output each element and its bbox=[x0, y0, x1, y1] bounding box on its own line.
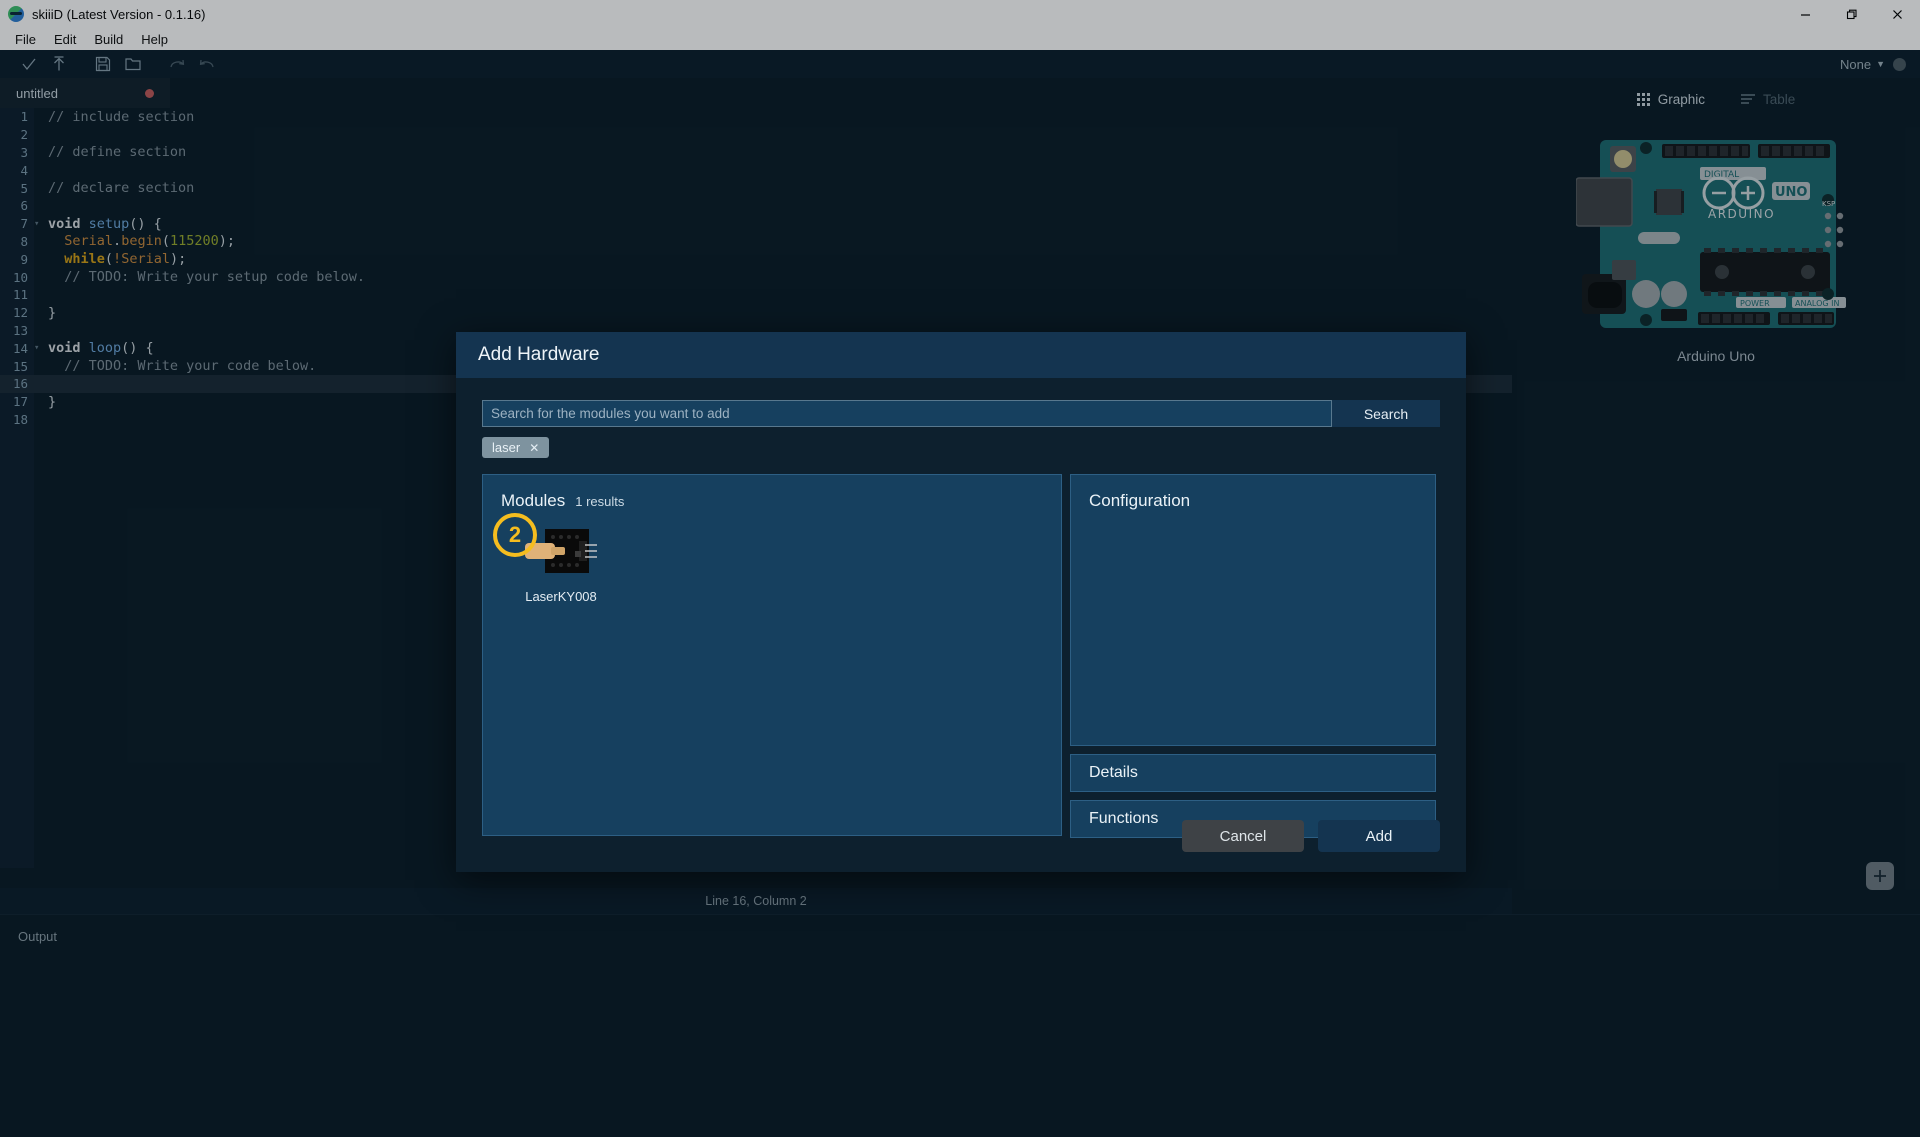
line-number: 17 bbox=[12, 394, 28, 410]
dialog-header: Add Hardware bbox=[456, 332, 1466, 378]
line-number: 14 bbox=[12, 340, 28, 356]
details-accordion[interactable]: Details bbox=[1070, 754, 1436, 792]
search-button[interactable]: Search bbox=[1332, 400, 1440, 427]
search-tag-label: laser bbox=[492, 440, 521, 455]
line-number: 6 bbox=[20, 198, 28, 214]
dialog-body: Search laser ✕ Modules 1 results 2 bbox=[456, 378, 1466, 838]
modules-heading: Modules bbox=[501, 491, 566, 510]
cancel-button[interactable]: Cancel bbox=[1182, 820, 1304, 852]
line-number: 3 bbox=[20, 144, 28, 160]
line-number: 10 bbox=[12, 269, 28, 285]
modules-result-count: 1 results bbox=[575, 494, 625, 509]
search-tag-laser[interactable]: laser ✕ bbox=[482, 437, 550, 458]
close-icon[interactable]: ✕ bbox=[529, 441, 539, 455]
configuration-heading: Configuration bbox=[1089, 491, 1191, 510]
line-number: 13 bbox=[12, 322, 28, 338]
dialog-footer: Cancel Add bbox=[456, 800, 1466, 872]
module-search-input[interactable] bbox=[482, 400, 1332, 427]
line-number: 8 bbox=[20, 233, 28, 249]
line-number: 12 bbox=[12, 305, 28, 321]
modules-pane: Modules 1 results 2 LaserKY008 bbox=[482, 474, 1062, 836]
line-number: 2 bbox=[20, 127, 28, 143]
line-number: 16 bbox=[12, 376, 28, 392]
search-tag-list: laser ✕ bbox=[482, 437, 1440, 458]
add-button[interactable]: Add bbox=[1318, 820, 1440, 852]
module-search-row: Search bbox=[482, 400, 1440, 427]
annotation-step-marker: 2 bbox=[493, 513, 537, 557]
module-name-label: LaserKY008 bbox=[525, 589, 597, 604]
line-number: 7 bbox=[20, 216, 28, 232]
line-number: 18 bbox=[12, 411, 28, 427]
dialog-panes: Modules 1 results 2 LaserKY008 Configura… bbox=[482, 474, 1440, 838]
line-number: 5 bbox=[20, 180, 28, 196]
line-number: 4 bbox=[20, 162, 28, 178]
modules-pane-header: Modules 1 results bbox=[501, 491, 1043, 511]
line-number: 15 bbox=[12, 358, 28, 374]
line-number: 1 bbox=[20, 109, 28, 125]
dialog-right-panes: Configuration Details Functions bbox=[1070, 474, 1436, 838]
line-number: 9 bbox=[20, 251, 28, 267]
line-number: 11 bbox=[12, 287, 28, 303]
modules-grid: 2 LaserKY008 bbox=[493, 513, 1043, 604]
annotation-step-number: 2 bbox=[508, 522, 522, 547]
add-hardware-dialog: Add Hardware Search laser ✕ Modules 1 re… bbox=[456, 332, 1466, 872]
configuration-pane: Configuration bbox=[1070, 474, 1436, 746]
dialog-title: Add Hardware bbox=[478, 344, 600, 365]
